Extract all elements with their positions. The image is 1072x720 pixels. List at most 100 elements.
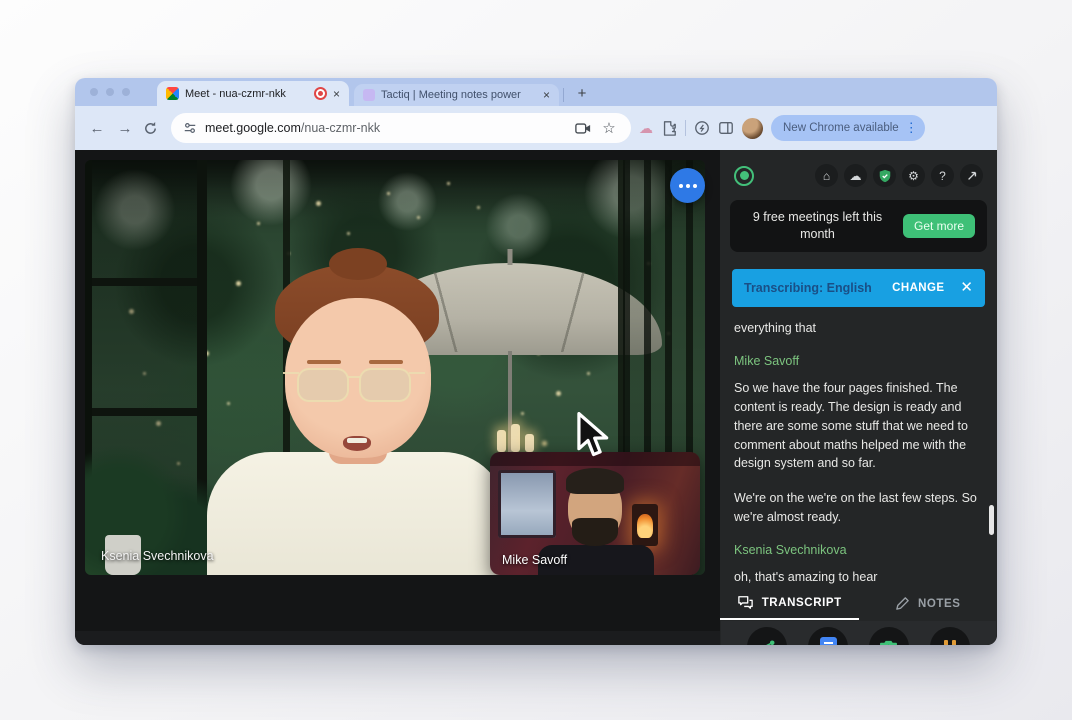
side-panel-icon[interactable] xyxy=(718,120,734,136)
back-icon[interactable]: ← xyxy=(87,120,107,137)
close-tab-icon[interactable]: × xyxy=(333,88,340,100)
sidebar-tabs: TRANSCRIPT NOTES xyxy=(720,587,997,620)
candles xyxy=(497,422,557,452)
new-tab-button[interactable]: + xyxy=(572,85,592,102)
transcript-line: We're on the we're on the last few steps… xyxy=(734,489,983,527)
meet-stage: Ksenia Svechnikova Mike Savoff nua-czmr-… xyxy=(75,150,720,645)
pip-participant-hair xyxy=(566,468,624,494)
toolbar-separator xyxy=(685,120,686,136)
url-domain: meet.google.com xyxy=(205,121,301,135)
url-path: /nua-czmr-nkk xyxy=(301,121,380,135)
settings-gear-icon[interactable]: ⚙ xyxy=(902,164,925,187)
tab-tactiq[interactable]: Tactiq | Meeting notes power × xyxy=(354,84,559,106)
chat-widget-button[interactable] xyxy=(670,168,705,203)
browser-menu-icon[interactable]: ⋮ xyxy=(905,120,918,136)
pip-name-label: Mike Savoff xyxy=(502,553,567,567)
pin-panel-icon[interactable] xyxy=(960,164,983,187)
transcript-line: oh, that's amazing to hear xyxy=(734,568,983,587)
google-docs-icon xyxy=(820,637,837,645)
chrome-update-button[interactable]: New Chrome available ⋮ xyxy=(771,115,925,141)
glasses-lens xyxy=(297,368,349,402)
url-text[interactable]: meet.google.com/nua-czmr-nkk xyxy=(205,121,567,135)
transcribing-label: Transcribing: English xyxy=(744,281,892,295)
window-controls[interactable] xyxy=(90,88,130,96)
zoom-window-icon[interactable] xyxy=(122,88,130,96)
performance-icon[interactable] xyxy=(694,120,710,136)
tab-notes[interactable]: NOTES xyxy=(859,587,998,620)
share-icon xyxy=(759,639,776,646)
eyebrow xyxy=(369,360,403,364)
transcript-panel[interactable]: everything that Mike Savoff So we have t… xyxy=(720,307,997,587)
glasses-bridge xyxy=(347,376,361,378)
glasses-temple xyxy=(409,372,425,374)
tab-notes-label: NOTES xyxy=(918,598,961,610)
page-content: Ksenia Svechnikova Mike Savoff nua-czmr-… xyxy=(75,150,997,645)
transcript-speaker: Mike Savoff xyxy=(734,352,983,371)
meet-favicon-icon xyxy=(166,87,179,100)
window-snow-view xyxy=(498,470,556,538)
close-banner-icon[interactable]: ✕ xyxy=(960,280,973,295)
tactiq-sidebar: ⌂ ☁ ⚙ ? 9 free meetings left this month … xyxy=(720,150,997,645)
extensions-puzzle-icon[interactable] xyxy=(661,120,677,136)
tab-title: Meet - nua-czmr-nkk xyxy=(185,88,308,100)
pause-transcription-button[interactable] xyxy=(930,627,970,645)
profile-avatar[interactable] xyxy=(742,118,763,139)
tactiq-logo-icon xyxy=(734,166,754,186)
camera-permission-icon[interactable] xyxy=(575,122,591,135)
site-settings-icon[interactable] xyxy=(183,121,197,135)
camera-icon xyxy=(879,639,898,645)
screenshot-button[interactable] xyxy=(869,627,909,645)
minimize-window-icon[interactable] xyxy=(106,88,114,96)
close-window-icon[interactable] xyxy=(90,88,98,96)
main-video-tile[interactable]: Ksenia Svechnikova Mike Savoff xyxy=(85,160,705,575)
browser-toolbar: ← → meet.google.com/nua-czmr-nkk ☆ ☁ xyxy=(75,106,997,150)
glasses-temple xyxy=(283,372,299,374)
fireplace xyxy=(632,504,658,546)
help-icon[interactable]: ? xyxy=(931,164,954,187)
export-docs-button[interactable] xyxy=(808,627,848,645)
participant-shirt xyxy=(207,452,507,575)
meetings-left-text: 9 free meetings left this month xyxy=(742,209,893,243)
get-more-button[interactable]: Get more xyxy=(903,214,975,238)
tab-transcript[interactable]: TRANSCRIPT xyxy=(720,587,859,620)
tactiq-favicon-icon xyxy=(363,89,375,101)
transcript-line: everything that xyxy=(734,319,983,338)
eyebrow xyxy=(307,360,341,364)
tab-title: Tactiq | Meeting notes power xyxy=(381,89,537,101)
tactiq-action-bar xyxy=(721,621,996,645)
shield-check-icon[interactable] xyxy=(873,164,896,187)
share-button[interactable] xyxy=(747,627,787,645)
extension-cloud-icon[interactable]: ☁ xyxy=(639,120,653,137)
reload-icon[interactable] xyxy=(143,121,163,136)
pip-participant-beard xyxy=(572,518,618,546)
bookmark-star-icon[interactable]: ☆ xyxy=(599,119,619,137)
pencil-icon xyxy=(895,596,910,611)
free-meetings-card: 9 free meetings left this month Get more xyxy=(730,200,987,252)
home-icon[interactable]: ⌂ xyxy=(815,164,838,187)
tab-meet[interactable]: Meet - nua-czmr-nkk × xyxy=(157,81,349,106)
update-label: New Chrome available xyxy=(783,122,899,134)
transcript-speaker: Ksenia Svechnikova xyxy=(734,541,983,560)
cloud-upload-icon[interactable]: ☁ xyxy=(844,164,867,187)
close-tab-icon[interactable]: × xyxy=(543,89,550,101)
chat-bubbles-icon xyxy=(737,595,754,610)
meet-control-bar: nua-czmr-nkk CC xyxy=(75,631,720,645)
transcript-line: So we have the four pages finished. The … xyxy=(734,379,983,473)
participant-name-label: Ksenia Svechnikova xyxy=(101,549,214,563)
participant-hair-bun xyxy=(329,248,387,280)
sidebar-scrollbar[interactable] xyxy=(989,505,994,535)
transcribing-banner: Transcribing: English CHANGE ✕ xyxy=(732,269,985,307)
glasses-lens xyxy=(359,368,411,402)
recording-indicator-icon xyxy=(314,87,327,100)
participant-mouth xyxy=(343,436,371,451)
browser-window: Meet - nua-czmr-nkk × Tactiq | Meeting n… xyxy=(75,78,997,645)
url-bar[interactable]: meet.google.com/nua-czmr-nkk ☆ xyxy=(171,113,631,143)
change-language-button[interactable]: CHANGE xyxy=(892,282,944,294)
mouse-cursor xyxy=(576,412,614,467)
tab-strip: Meet - nua-czmr-nkk × Tactiq | Meeting n… xyxy=(75,78,997,106)
tab-transcript-label: TRANSCRIPT xyxy=(762,597,842,609)
tab-separator xyxy=(563,88,564,102)
forward-icon[interactable]: → xyxy=(115,120,135,137)
pause-icon xyxy=(944,640,956,645)
pip-video-tile[interactable]: Mike Savoff xyxy=(490,452,700,575)
